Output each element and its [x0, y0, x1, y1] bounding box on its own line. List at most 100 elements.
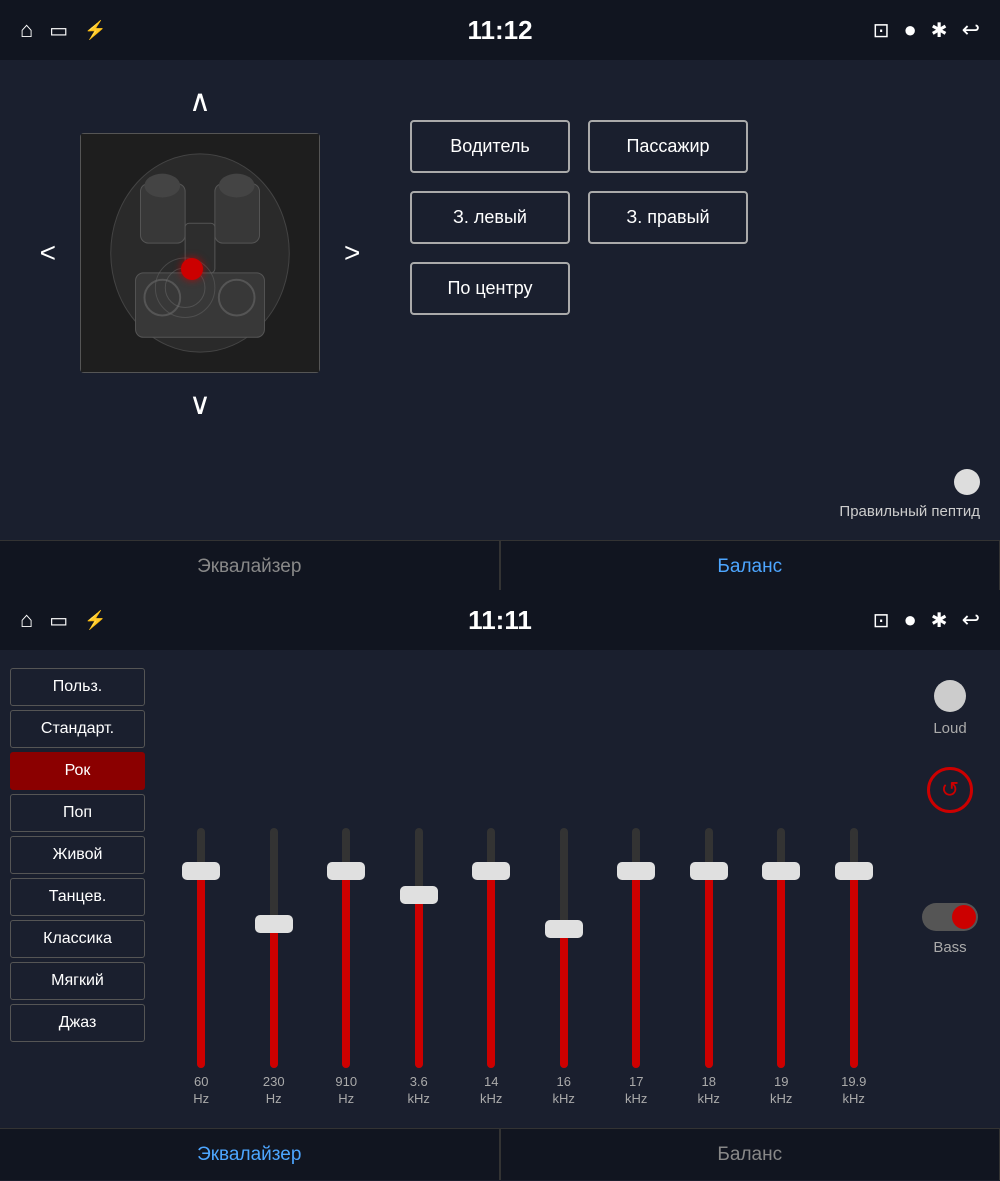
bass-toggle[interactable] — [922, 903, 978, 931]
loud-indicator[interactable] — [934, 680, 966, 712]
slider-thumb-6[interactable] — [617, 862, 655, 880]
slider-fill-7 — [705, 871, 713, 1068]
bluetooth-icon[interactable]: ✱ — [931, 18, 948, 43]
slider-col-6: 17kHz — [606, 828, 666, 1108]
preset-standard[interactable]: Стандарт. — [10, 710, 145, 748]
slider-track-6[interactable] — [632, 828, 640, 1068]
slider-label-9: 19.9kHz — [841, 1074, 866, 1108]
slider-track-5[interactable] — [560, 828, 568, 1068]
screen-icon[interactable]: ▭ — [49, 18, 68, 43]
slider-thumb-4[interactable] — [472, 862, 510, 880]
preset-list: Польз. Стандарт. Рок Поп Живой Танцев. Классик… — [0, 660, 155, 1118]
bottom-back-icon[interactable]: ↩ — [962, 607, 980, 633]
slider-thumb-3[interactable] — [400, 886, 438, 904]
slider-thumb-5[interactable] — [545, 920, 583, 938]
bass-section: Bass — [922, 903, 978, 956]
slider-thumb-9[interactable] — [835, 862, 873, 880]
slider-col-0: 60Hz — [171, 828, 231, 1108]
seat-controls: Водитель Пассажир З. левый З. правый По … — [410, 80, 980, 520]
bottom-panel: ⌂ ▭ ⚡ 11:11 ⊡ ● ✱ ↩ Польз.Стандарт.РокПо… — [0, 590, 1000, 1181]
bottom-screen-icon[interactable]: ▭ — [49, 608, 68, 633]
slider-label-8: 19kHz — [770, 1074, 792, 1108]
slider-track-3[interactable] — [415, 828, 423, 1068]
loud-label: Loud — [933, 720, 966, 737]
passenger-button[interactable]: Пассажир — [588, 120, 748, 173]
slider-col-1: 230Hz — [244, 828, 304, 1108]
slider-col-3: 3.6kHz — [389, 828, 449, 1108]
preset-pop[interactable]: Поп — [10, 794, 145, 832]
reset-button[interactable]: ↺ — [927, 767, 973, 813]
preset-soft[interactable]: Мягкий — [10, 962, 145, 1000]
balance-content: ∧ < — [0, 60, 1000, 540]
tab-equalizer-bottom[interactable]: Эквалайзер — [0, 1129, 500, 1180]
slider-track-4[interactable] — [487, 828, 495, 1068]
bottom-cast-icon[interactable]: ⊡ — [873, 608, 890, 633]
slider-thumb-8[interactable] — [762, 862, 800, 880]
preset-user[interactable]: Польз. — [10, 668, 145, 706]
bottom-home-icon[interactable]: ⌂ — [20, 607, 33, 633]
slider-label-0: 60Hz — [193, 1074, 209, 1108]
slider-thumb-0[interactable] — [182, 862, 220, 880]
preset-rock[interactable]: Рок — [10, 752, 145, 790]
center-seat-row: По центру — [410, 262, 980, 315]
slider-track-7[interactable] — [705, 828, 713, 1068]
bottom-location-icon[interactable]: ● — [904, 607, 917, 633]
bottom-usb-icon[interactable]: ⚡ — [84, 610, 106, 631]
slider-fill-4 — [487, 871, 495, 1068]
bottom-bluetooth-icon[interactable]: ✱ — [931, 608, 948, 633]
usb-icon[interactable]: ⚡ — [84, 20, 106, 41]
slider-thumb-1[interactable] — [255, 915, 293, 933]
top-tab-bar: Эквалайзер Баланс — [0, 540, 1000, 592]
nav-left-button[interactable]: < — [26, 231, 70, 275]
slider-track-1[interactable] — [270, 828, 278, 1068]
cast-icon[interactable]: ⊡ — [873, 18, 890, 43]
preset-classic[interactable]: Классика — [10, 920, 145, 958]
slider-label-4: 14kHz — [480, 1074, 502, 1108]
tab-balance-bottom[interactable]: Баланс — [501, 1129, 1000, 1180]
back-icon[interactable]: ↩ — [962, 17, 980, 43]
location-icon[interactable]: ● — [904, 17, 917, 43]
preset-jazz[interactable]: Джаз — [10, 1004, 145, 1042]
tab-equalizer-top[interactable]: Эквалайзер — [0, 541, 500, 592]
slider-track-8[interactable] — [777, 828, 785, 1068]
slider-thumb-7[interactable] — [690, 862, 728, 880]
slider-thumb-2[interactable] — [327, 862, 365, 880]
slider-label-6: 17kHz — [625, 1074, 647, 1108]
slider-col-8: 19kHz — [751, 828, 811, 1108]
nav-down-button[interactable]: ∨ — [169, 383, 231, 426]
rear-left-button[interactable]: З. левый — [410, 191, 570, 244]
nav-up-button[interactable]: ∧ — [169, 80, 231, 123]
slider-col-4: 14kHz — [461, 828, 521, 1108]
home-icon[interactable]: ⌂ — [20, 17, 33, 43]
bottom-status-left: ⌂ ▭ ⚡ — [20, 607, 107, 633]
sliders-container: 60Hz 230Hz 910Hz 3.6kHz 14kHz 16kHz — [165, 670, 890, 1118]
preset-live[interactable]: Живой — [10, 836, 145, 874]
slider-label-3: 3.6kHz — [408, 1074, 430, 1108]
balance-indicator: Правильный пептид — [410, 469, 980, 520]
car-seats-svg — [81, 133, 319, 373]
slider-label-2: 910Hz — [335, 1074, 357, 1108]
top-panel: ⌂ ▭ ⚡ 11:12 ⊡ ● ✱ ↩ ∧ < — [0, 0, 1000, 590]
seat-side-nav: < — [26, 133, 375, 373]
slider-fill-1 — [270, 924, 278, 1068]
slider-fill-6 — [632, 871, 640, 1068]
nav-right-button[interactable]: > — [330, 231, 374, 275]
slider-fill-9 — [850, 871, 858, 1068]
rear-right-button[interactable]: З. правый — [588, 191, 748, 244]
center-button[interactable]: По центру — [410, 262, 570, 315]
preset-dance[interactable]: Танцев. — [10, 878, 145, 916]
slider-col-2: 910Hz — [316, 828, 376, 1108]
tab-balance-top[interactable]: Баланс — [501, 541, 1000, 592]
slider-fill-5 — [560, 929, 568, 1068]
slider-fill-8 — [777, 871, 785, 1068]
slider-track-2[interactable] — [342, 828, 350, 1068]
slider-track-0[interactable] — [197, 828, 205, 1068]
bottom-tab-bar: Эквалайзер Баланс — [0, 1128, 1000, 1180]
rear-seats-row: З. левый З. правый — [410, 191, 980, 244]
slider-label-5: 16kHz — [553, 1074, 575, 1108]
slider-col-5: 16kHz — [534, 828, 594, 1108]
slider-track-9[interactable] — [850, 828, 858, 1068]
driver-button[interactable]: Водитель — [410, 120, 570, 173]
top-time: 11:12 — [467, 15, 532, 46]
top-status-bar: ⌂ ▭ ⚡ 11:12 ⊡ ● ✱ ↩ — [0, 0, 1000, 60]
